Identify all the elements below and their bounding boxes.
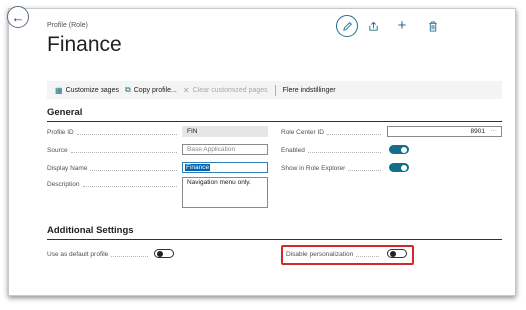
use-as-default-profile-toggle[interactable] [154, 249, 174, 258]
copy-profile-action[interactable]: ⧉ Copy profile... [125, 85, 177, 95]
copy-profile-label: Copy profile... [133, 86, 177, 94]
display-name-label: Display Name [47, 163, 180, 173]
section-additional-heading: Additional Settings [47, 225, 134, 236]
description-field[interactable]: Navigation menu only. [182, 177, 268, 208]
arrow-left-icon: ← [11, 9, 25, 25]
page-frame: ← Profile (Role) Finance + ▦ Customize з… [7, 6, 516, 296]
action-bar: ▦ Customize зages ⧉ Copy profile... ✕ Cl… [47, 81, 502, 99]
back-button[interactable]: ← [7, 6, 29, 28]
enabled-toggle[interactable] [389, 145, 409, 154]
more-options-action[interactable]: Flere indstillinger [283, 87, 336, 94]
role-center-id-label: Role Center ID [281, 127, 384, 137]
section-general-heading: General [47, 107, 83, 118]
source-field[interactable]: Base Application [182, 144, 268, 155]
clear-customized-pages-label: Clear customized pages [192, 86, 268, 94]
description-label: Description [47, 179, 180, 189]
show-in-role-explorer-toggle[interactable] [389, 163, 409, 172]
profile-id-field: FIN [182, 126, 268, 137]
share-button[interactable] [366, 19, 380, 33]
clear-icon: ✕ [182, 85, 190, 95]
new-button[interactable]: + [395, 16, 409, 34]
edit-button[interactable] [336, 15, 358, 37]
customize-pages-action[interactable]: ▦ Customize зages [55, 86, 119, 95]
lookup-icon[interactable]: ··· [491, 127, 498, 134]
role-center-id-field[interactable]: 8901 ··· [387, 126, 502, 137]
customize-pages-label: Customize зages [65, 86, 119, 94]
copy-icon: ⧉ [124, 85, 131, 94]
more-options-label: Flere indstillinger [282, 86, 336, 94]
customize-icon: ▦ [55, 85, 63, 95]
show-in-role-explorer-label: Show in Role Explorer [281, 163, 384, 173]
pencil-icon [342, 21, 352, 31]
enabled-label: Enabled [281, 145, 384, 155]
source-label: Source [47, 145, 180, 155]
share-icon [368, 21, 378, 31]
delete-button[interactable] [426, 19, 440, 33]
display-name-field[interactable]: Finance [182, 162, 268, 173]
profile-id-label: Profile ID [47, 127, 180, 137]
plus-icon: + [397, 16, 407, 34]
display-name-selected-text: Finance [185, 164, 211, 171]
toolbar-divider [274, 84, 276, 96]
trash-icon [429, 20, 437, 32]
highlight-box [281, 245, 414, 265]
page-caption: Profile (Role) [47, 22, 88, 29]
section-additional-divider [47, 239, 502, 240]
page-title: Finance [47, 33, 122, 56]
section-general-divider [47, 121, 502, 122]
use-as-default-profile-label: Use as default pгofile [47, 249, 151, 259]
role-center-id-value: 8901 [470, 128, 485, 135]
clear-customized-pages-action[interactable]: ✕ Clear customized pages [183, 86, 268, 95]
